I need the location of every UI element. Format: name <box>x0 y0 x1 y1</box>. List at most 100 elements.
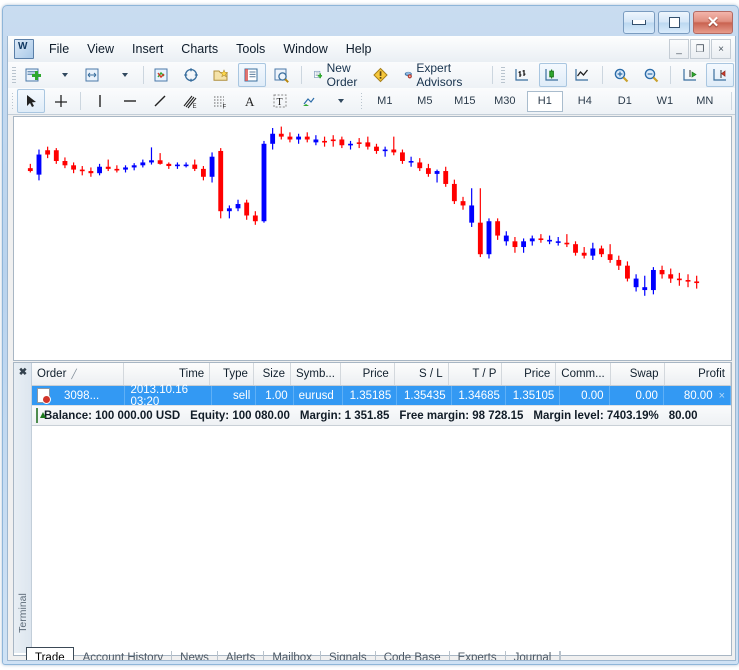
table-cell-price-open: 1.35185 <box>343 386 398 405</box>
timeframe-d1[interactable]: D1 <box>607 91 643 112</box>
chart-shift-button[interactable] <box>706 63 734 87</box>
table-cell-symbol: eurusd <box>294 386 343 405</box>
bar-chart-button[interactable] <box>509 63 537 87</box>
new-chart-dropdown[interactable] <box>50 63 78 87</box>
mdi-minimize-button[interactable]: _ <box>669 39 689 59</box>
tab-trade[interactable]: Trade <box>26 647 74 660</box>
table-cell-tp: 1.34685 <box>452 386 506 405</box>
window-frame: ✕ File View Insert Charts Tools Window H… <box>2 5 739 665</box>
grid-column-header[interactable]: Profit <box>665 363 731 385</box>
grid-column-label: Profit <box>698 368 725 380</box>
menu-window[interactable]: Window <box>274 39 336 59</box>
table-row[interactable]: 3098... 2013.10.16 03:20 sell 1.00 eurusd 1.3… <box>32 384 732 408</box>
navigator-button[interactable] <box>208 63 236 87</box>
shapes-button[interactable] <box>296 89 324 113</box>
mdi-close-button[interactable]: × <box>711 39 731 59</box>
auto-scroll-button[interactable] <box>676 63 704 87</box>
tab-account-history[interactable]: Account History <box>75 649 172 660</box>
timeframe-m1[interactable]: M1 <box>367 91 403 112</box>
text-button[interactable]: A <box>236 89 264 113</box>
timeframe-h1[interactable]: H1 <box>526 90 563 112</box>
toolbar-separator <box>142 66 144 84</box>
terminal-close-icon[interactable]: ✖ <box>17 366 29 378</box>
chart-window[interactable] <box>13 116 732 361</box>
app-logo-icon <box>14 39 34 59</box>
client-area: File View Insert Charts Tools Window Hel… <box>7 36 736 661</box>
timeframe-w1[interactable]: W1 <box>647 91 683 112</box>
menu-help[interactable]: Help <box>337 39 381 59</box>
new-order-button[interactable]: New Order <box>307 61 365 89</box>
toolbar-grip-4[interactable] <box>360 92 362 110</box>
toolbar-grip-2[interactable] <box>500 66 505 84</box>
data-window-button[interactable] <box>178 63 206 87</box>
menu-file[interactable]: File <box>40 39 78 59</box>
grid-column-header[interactable]: S / L <box>395 363 449 385</box>
cursor-button[interactable] <box>17 89 46 113</box>
timeframe-mn[interactable]: MN <box>687 91 723 112</box>
terminal-tab-bar: Trade Account History News Alerts Mailbox Sig… <box>13 647 730 660</box>
terminal-sidebar: ✖ Terminal <box>14 363 32 653</box>
close-position-icon[interactable]: × <box>719 390 725 402</box>
grid-column-header[interactable]: Comm... <box>556 363 611 385</box>
trendline-button[interactable] <box>146 89 174 113</box>
menu-charts[interactable]: Charts <box>172 39 227 59</box>
summary-free-margin: Free margin: 98 728.15 <box>399 409 524 422</box>
equidistant-channel-button[interactable]: E <box>176 89 204 113</box>
zoom-in-button[interactable] <box>607 63 635 87</box>
grid-column-header[interactable]: Time <box>124 363 211 385</box>
mql5-community-button[interactable] <box>367 63 395 87</box>
menu-view[interactable]: View <box>78 39 123 59</box>
minimize-button[interactable] <box>623 11 655 34</box>
toolbar-grip-3[interactable] <box>12 92 14 110</box>
strategy-tester-button[interactable] <box>268 63 296 87</box>
table-cell-time: 2013.10.16 03:20 <box>125 384 213 408</box>
timeframe-m15[interactable]: M15 <box>447 91 483 112</box>
timeframe-m30[interactable]: M30 <box>487 91 523 112</box>
tab-signals[interactable]: Signals <box>321 649 375 660</box>
shapes-dropdown[interactable] <box>326 89 354 113</box>
new-chart-button[interactable] <box>20 63 48 87</box>
profiles-button[interactable] <box>80 63 108 87</box>
timeframe-m5[interactable]: M5 <box>407 91 443 112</box>
grid-column-header[interactable]: Size <box>254 363 291 385</box>
tab-code-base[interactable]: Code Base <box>376 649 449 660</box>
candlestick-chart[interactable] <box>14 117 729 358</box>
text-label-button[interactable]: T <box>266 89 294 113</box>
terminal-button[interactable] <box>238 63 267 87</box>
terminal-vertical-label: Terminal <box>17 593 29 633</box>
grid-column-header[interactable]: Price <box>341 363 395 385</box>
crosshair-button[interactable] <box>47 89 75 113</box>
account-summary-row: Balance: 100 000.00 USD Equity: 100 080.… <box>32 405 731 426</box>
vertical-line-button[interactable] <box>86 89 114 113</box>
timeframe-h4[interactable]: H4 <box>567 91 603 112</box>
grid-column-header[interactable]: T / P <box>449 363 503 385</box>
toolbar-grip[interactable] <box>12 66 16 84</box>
table-cell-profit: 80.00 × <box>664 386 732 405</box>
fibonacci-button[interactable]: F <box>206 89 234 113</box>
tab-mailbox[interactable]: Mailbox <box>264 649 320 660</box>
tab-news[interactable]: News <box>172 649 217 660</box>
menu-insert[interactable]: Insert <box>123 39 172 59</box>
grid-column-header[interactable]: Symb... <box>291 363 341 385</box>
mdi-restore-button[interactable]: ❐ <box>690 39 710 59</box>
grid-column-header[interactable]: Order ╱ <box>32 363 125 385</box>
zoom-out-button[interactable] <box>637 63 665 87</box>
close-icon: ✕ <box>706 14 720 31</box>
expert-advisors-button[interactable]: Expert Advisors <box>397 61 470 89</box>
grid-column-header[interactable]: Swap <box>611 363 665 385</box>
menu-tools[interactable]: Tools <box>227 39 274 59</box>
grid-column-header[interactable]: Type <box>210 363 254 385</box>
close-button[interactable]: ✕ <box>693 11 733 34</box>
line-chart-button[interactable] <box>569 63 597 87</box>
horizontal-line-button[interactable] <box>116 89 144 113</box>
candlestick-button[interactable] <box>538 63 567 87</box>
svg-text:A: A <box>245 94 255 109</box>
tab-journal[interactable]: Journal <box>506 649 560 660</box>
grid-column-header[interactable]: Price <box>502 363 557 385</box>
market-watch-button[interactable] <box>148 63 176 87</box>
profiles-dropdown[interactable] <box>110 63 138 87</box>
maximize-button[interactable] <box>658 11 690 34</box>
summary-arrow-icon <box>36 408 46 423</box>
tab-experts[interactable]: Experts <box>450 649 505 660</box>
tab-alerts[interactable]: Alerts <box>218 649 263 660</box>
